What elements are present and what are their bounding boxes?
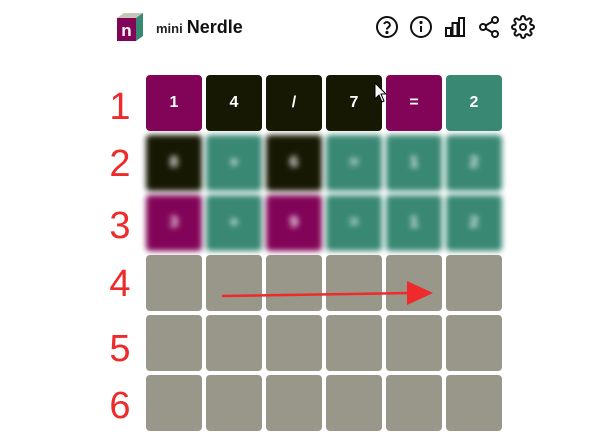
tile: 2 [446, 135, 502, 191]
empty-tile [146, 375, 202, 431]
settings-icon[interactable] [511, 15, 535, 39]
tile: 7 [326, 75, 382, 131]
empty-tile [386, 255, 442, 311]
row-number-label: 6 [109, 385, 131, 427]
tile: 2 [446, 195, 502, 251]
help-icon[interactable] [375, 15, 399, 39]
tile: 1 [146, 75, 202, 131]
app-title: mini Nerdle [156, 17, 243, 38]
empty-tile [206, 255, 262, 311]
tile: 6 [266, 135, 322, 191]
header: n mini Nerdle [0, 0, 598, 56]
empty-tile [206, 375, 262, 431]
row-number-label: 5 [109, 328, 131, 370]
empty-tile [266, 315, 322, 371]
tile: + [206, 135, 262, 191]
empty-tile [446, 255, 502, 311]
tile: 4 [206, 75, 262, 131]
title-label: Nerdle [186, 17, 243, 37]
tile: 9 [266, 195, 322, 251]
empty-tile [206, 315, 262, 371]
row-number-label: 1 [109, 86, 131, 128]
tile: = [386, 75, 442, 131]
nerdle-logo[interactable]: n [114, 12, 146, 42]
empty-tile [146, 255, 202, 311]
empty-tile [326, 255, 382, 311]
mini-label: mini [156, 21, 183, 36]
empty-tile [446, 315, 502, 371]
empty-tile [386, 375, 442, 431]
empty-tile [446, 375, 502, 431]
empty-tile [386, 315, 442, 371]
tile: / [266, 75, 322, 131]
empty-tile [326, 315, 382, 371]
empty-tile [146, 315, 202, 371]
tile: 8 [146, 135, 202, 191]
tile: 2 [446, 75, 502, 131]
empty-tile [266, 255, 322, 311]
row-number-label: 4 [109, 263, 131, 305]
empty-tile [266, 375, 322, 431]
stats-icon[interactable] [443, 15, 467, 39]
share-icon[interactable] [477, 15, 501, 39]
info-icon[interactable] [409, 15, 433, 39]
empty-tile [326, 375, 382, 431]
row-number-label: 3 [109, 205, 131, 247]
row-number-label: 2 [109, 143, 131, 185]
tile: 1 [386, 135, 442, 191]
tile: 1 [386, 195, 442, 251]
tile: = [326, 195, 382, 251]
svg-text:n: n [121, 21, 131, 40]
tile: 3 [146, 195, 202, 251]
tile: + [206, 195, 262, 251]
tile: = [326, 135, 382, 191]
